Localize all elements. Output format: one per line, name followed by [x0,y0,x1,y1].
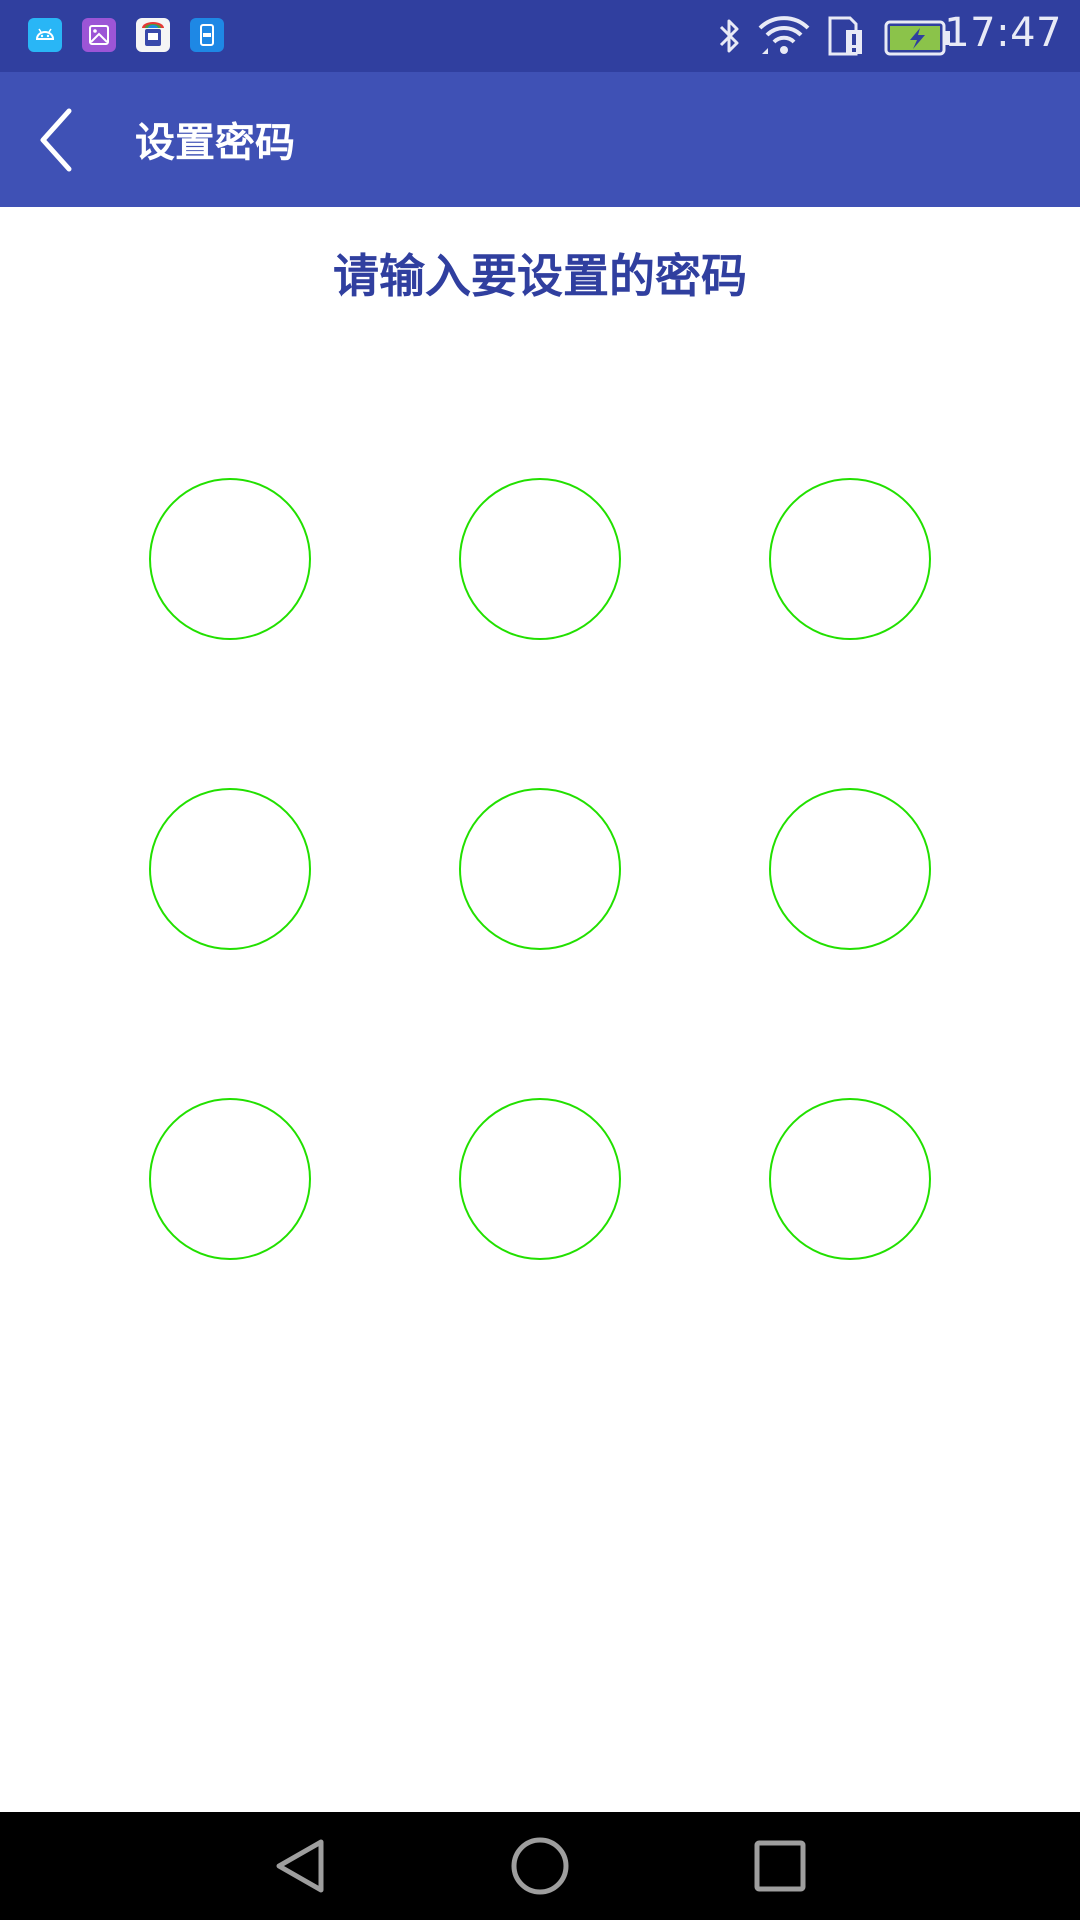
navigation-bar [0,1812,1080,1920]
android-debug-icon [28,18,62,52]
page-title: 设置密码 [135,120,295,166]
screen: 17:47 设置密码 请输入要设置的密码 [0,0,1080,1920]
recents-square-icon [754,1840,806,1892]
pattern-dot-3[interactable] [769,478,931,640]
app-bar: 设置密码 [0,72,1080,207]
store-icon [136,18,170,52]
sim-toolkit-icon [190,18,224,52]
nav-recents-button[interactable] [740,1826,820,1906]
home-circle-icon [511,1837,569,1895]
gallery-icon [82,18,116,52]
pattern-dot-7[interactable] [149,1098,311,1260]
pattern-prompt: 请输入要设置的密码 [333,249,747,303]
pattern-dot-2[interactable] [459,478,621,640]
back-button[interactable] [22,100,92,180]
battery-charging-icon [884,20,952,60]
pattern-dot-1[interactable] [149,478,311,640]
pattern-dot-9[interactable] [769,1098,931,1260]
chevron-left-icon [40,108,72,172]
pattern-dot-6[interactable] [769,788,931,950]
bluetooth-icon [712,14,746,62]
wifi-icon [756,14,812,62]
sim-alert-icon [826,14,866,62]
nav-home-button[interactable] [500,1826,580,1906]
back-triangle-icon [276,1839,324,1893]
status-clock: 17:47 [944,10,1062,56]
nav-back-button[interactable] [259,1826,339,1906]
pattern-dot-5[interactable] [459,788,621,950]
pattern-dot-8[interactable] [459,1098,621,1260]
status-bar: 17:47 [0,0,1080,72]
pattern-dot-4[interactable] [149,788,311,950]
